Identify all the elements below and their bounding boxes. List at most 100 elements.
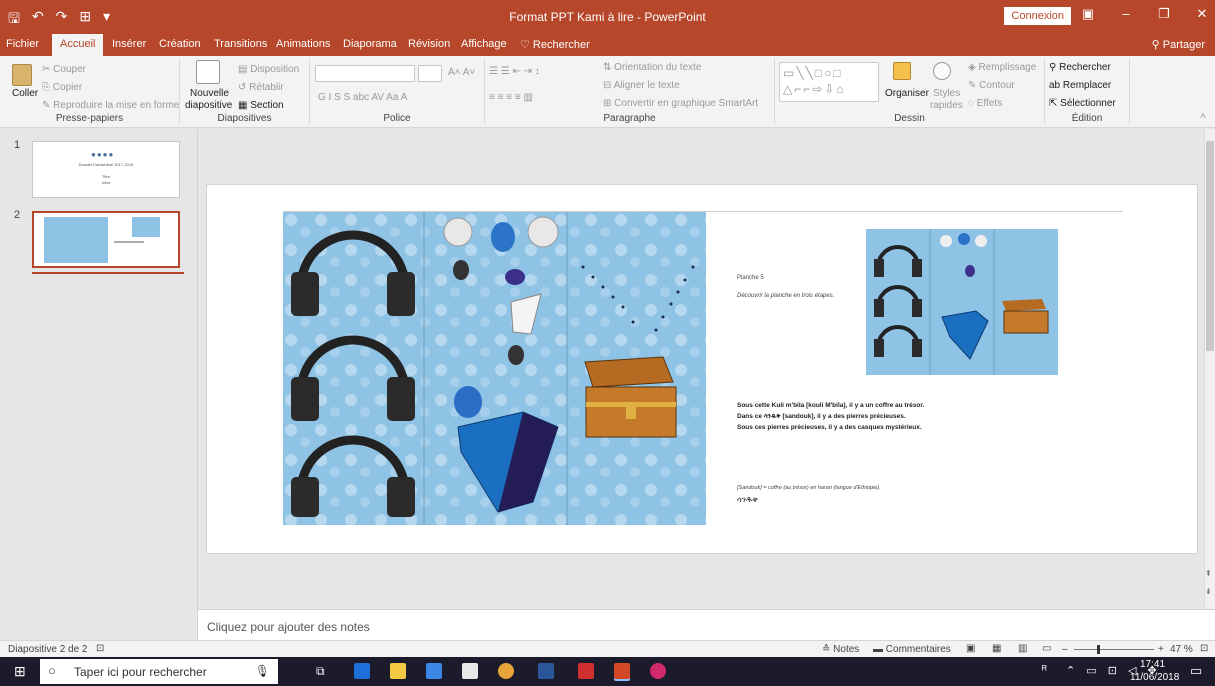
tab-inserer[interactable]: Insérer	[112, 38, 146, 50]
paste-icon[interactable]	[12, 64, 32, 86]
slide-thumbnail-1[interactable]: ●●●● Dossier Kamishibaï 2017-2018 Titre …	[32, 141, 180, 198]
powerpoint-icon[interactable]	[614, 663, 630, 679]
chrome-icon[interactable]	[498, 663, 514, 679]
new-slide-label-1[interactable]: Nouvelle	[190, 88, 229, 99]
paste-button[interactable]: Coller	[12, 88, 38, 99]
ethiopic-word[interactable]: ሳንዱቅ	[737, 495, 758, 505]
signin-button[interactable]: Connexion	[1004, 7, 1071, 25]
close-button[interactable]: ✕	[1195, 6, 1209, 22]
format-painter-button[interactable]: ✎ Reproduire la mise en forme	[42, 100, 179, 111]
clock-date[interactable]: 11/06/2018	[1130, 672, 1179, 683]
notes-toggle[interactable]: ≙ Notes	[822, 644, 859, 655]
slide-thumbnail-2[interactable]	[32, 211, 180, 268]
shape-outline-button[interactable]: ✎ Contour	[968, 80, 1015, 91]
zoom-level[interactable]: 47 %	[1170, 644, 1193, 655]
font-format-icons[interactable]: G I S S abc AV Aa A	[318, 92, 407, 103]
zoom-out-icon[interactable]: –	[1062, 644, 1068, 655]
zoom-slider-thumb[interactable]	[1097, 645, 1100, 654]
fit-to-window-icon[interactable]: ⊡	[1200, 643, 1208, 654]
restore-button[interactable]: ❐	[1157, 6, 1171, 22]
collapse-ribbon-icon[interactable]: ˄	[1200, 111, 1206, 122]
clock-time[interactable]: 17:41	[1140, 659, 1165, 670]
microphone-icon[interactable]: 🎙	[255, 664, 270, 678]
tab-fichier[interactable]: Fichier	[6, 38, 39, 50]
people-icon[interactable]: ᴿ	[1042, 664, 1047, 676]
windows-start-icon[interactable]: ⊞	[14, 663, 26, 680]
slideshow-icon[interactable]: ▭	[1042, 643, 1051, 654]
find-button[interactable]: ⚲ Rechercher	[1049, 62, 1111, 73]
person-icon: ⚲	[1151, 39, 1163, 51]
shape-fill-button[interactable]: ◈ Remplissage	[968, 62, 1036, 73]
word-icon[interactable]	[538, 663, 554, 679]
text-direction-button[interactable]: ⇅ Orientation du texte	[603, 62, 701, 73]
quick-styles-label-1[interactable]: Styles	[933, 88, 960, 99]
file-explorer-icon[interactable]	[390, 663, 406, 679]
spellcheck-icon[interactable]: ⊡	[96, 643, 104, 654]
copy-button[interactable]: ⎘ Copier	[42, 82, 82, 93]
font-family-dropdown[interactable]	[315, 65, 415, 82]
tab-diaporama[interactable]: Diaporama	[343, 38, 397, 50]
reset-label: Rétablir	[249, 82, 284, 93]
story-line-2[interactable]: Dans ce ሳንዱቅ [sandouk], il y a des pierr…	[737, 413, 906, 421]
grow-shrink-font-icon[interactable]: A˄ A˅	[448, 67, 475, 78]
planche-preview-image[interactable]	[866, 229, 1058, 375]
notes-placeholder[interactable]: Cliquez pour ajouter des notes	[207, 620, 370, 634]
new-slide-icon[interactable]	[196, 60, 220, 84]
store-icon[interactable]	[426, 663, 442, 679]
story-line-1[interactable]: Sous cette Kuli m'bila [kouli M'bila], i…	[737, 402, 924, 409]
quick-styles-label-2[interactable]: rapides	[930, 100, 963, 111]
tab-creation[interactable]: Création	[159, 38, 201, 50]
vertical-scrollbar[interactable]: ⇞ ⇟	[1204, 129, 1215, 609]
cut-button[interactable]: ✂ Couper	[42, 64, 86, 75]
action-center-icon[interactable]: ▭	[1190, 663, 1202, 679]
tab-transitions[interactable]: Transitions	[214, 38, 267, 50]
ribbon-display-options-icon[interactable]: ▣	[1081, 6, 1095, 22]
footnote-text[interactable]: [Sandouk] = coffre (au trésor) en harari…	[737, 485, 881, 491]
scroll-thumb[interactable]	[1206, 141, 1214, 351]
instruction-text[interactable]: Découvrir la planche en trois étapes.	[737, 293, 834, 299]
tab-animations[interactable]: Animations	[276, 38, 330, 50]
align-icons[interactable]: ≡ ≡ ≡ ≡ ▥	[489, 92, 533, 103]
tab-affichage[interactable]: Affichage	[461, 38, 507, 50]
zoom-in-icon[interactable]: +	[1158, 644, 1164, 655]
notes-pane[interactable]: Cliquez pour ajouter des notes	[198, 609, 1215, 640]
zoom-slider[interactable]	[1074, 649, 1154, 650]
shape-effects-button[interactable]: ◌ Effets	[968, 98, 1002, 109]
edge-icon[interactable]	[354, 663, 370, 679]
story-line-3[interactable]: Sous ces pierres précieuses, il y a des …	[737, 424, 922, 431]
arrange-button[interactable]: Organiser	[885, 88, 929, 99]
current-slide[interactable]: Planche 5 Découvrir la planche en trois …	[206, 184, 1198, 554]
planche-label[interactable]: Planche 5	[737, 275, 764, 281]
list-icons[interactable]: ☰ ☰ ⇤ ⇥ ↕	[489, 66, 540, 77]
find-label: Rechercher	[1059, 62, 1111, 73]
font-size-dropdown[interactable]	[418, 65, 442, 82]
replace-button[interactable]: ab Remplacer	[1049, 80, 1111, 91]
reset-button[interactable]: ↺ Rétablir	[238, 82, 284, 93]
align-text-button[interactable]: ⊟ Aligner le texte	[603, 80, 680, 91]
quick-styles-icon[interactable]	[933, 62, 951, 80]
tell-me-search[interactable]: ♡ Rechercher	[520, 38, 590, 51]
normal-view-icon[interactable]: ▣	[966, 643, 975, 654]
arrange-icon[interactable]	[893, 62, 911, 80]
share-button[interactable]: ⚲ Partager	[1152, 38, 1205, 51]
slide-counter: Diapositive 2 de 2	[8, 644, 88, 655]
tab-revision[interactable]: Révision	[408, 38, 450, 50]
prev-slide-icon[interactable]: ⇞	[1205, 569, 1212, 578]
taskbar-search-box[interactable]: ○ Taper ici pour rechercher 🎙	[40, 659, 278, 684]
section-button[interactable]: ▦ Section	[238, 100, 284, 111]
maps-icon[interactable]	[650, 663, 666, 679]
comments-toggle[interactable]: ▬ Commentaires	[873, 644, 951, 655]
next-slide-icon[interactable]: ⇟	[1205, 587, 1212, 596]
select-button[interactable]: ⇱ Sélectionner	[1049, 98, 1116, 109]
smartart-button[interactable]: ⊞ Convertir en graphique SmartArt	[603, 98, 758, 109]
new-slide-label-2[interactable]: diapositive	[185, 100, 232, 111]
kamishibai-illustration[interactable]	[283, 212, 706, 525]
acrobat-icon[interactable]	[578, 663, 594, 679]
slide-sorter-icon[interactable]: ▦	[992, 643, 1001, 654]
layout-button[interactable]: ▤ Disposition	[238, 64, 299, 75]
mail-icon[interactable]	[462, 663, 478, 679]
tab-accueil[interactable]: Accueil	[52, 34, 104, 56]
reading-view-icon[interactable]: ▥	[1018, 643, 1027, 654]
task-view-icon[interactable]: ⧉	[316, 664, 325, 679]
minimize-button[interactable]: –	[1119, 6, 1133, 22]
